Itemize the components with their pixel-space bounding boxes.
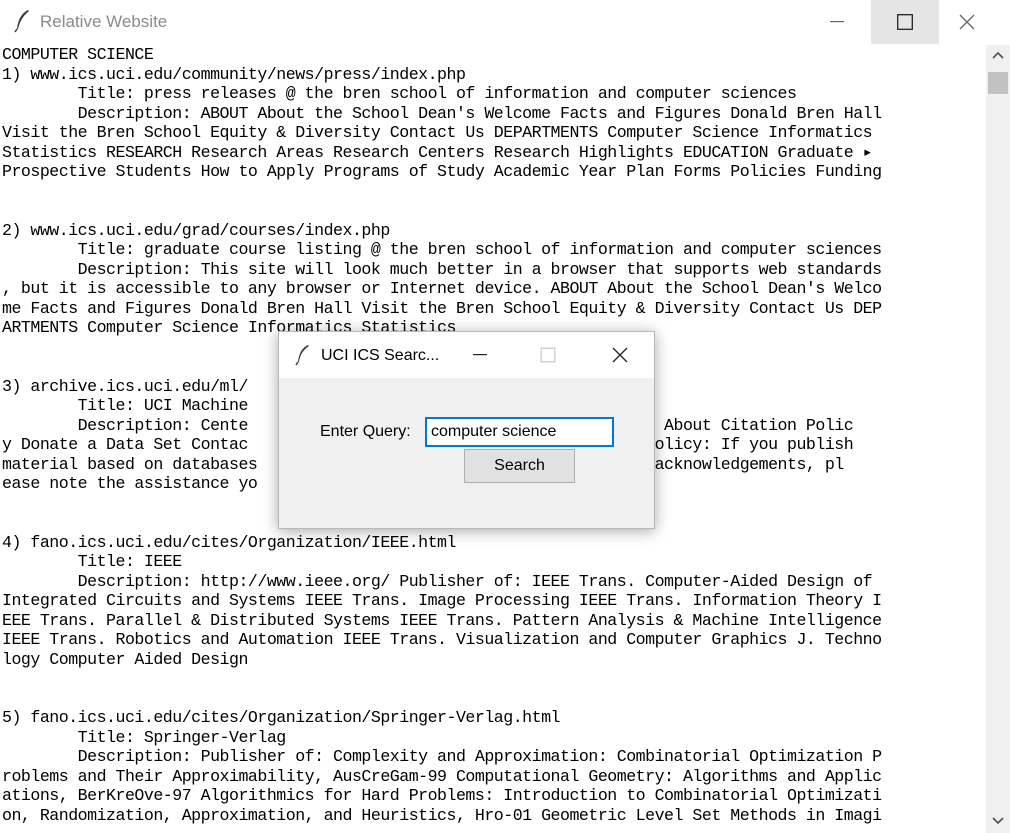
search-button[interactable]: Search bbox=[464, 449, 575, 483]
result-text-line: Prospective Students How to Apply Progra… bbox=[2, 162, 882, 181]
result-text-line: Description: http://www.ieee.org/ Publis… bbox=[2, 571, 873, 591]
result-text-line: Integrated Circuits and Systems IEEE Tra… bbox=[2, 591, 882, 610]
main-window-titlebar[interactable]: Relative Website bbox=[0, 0, 1010, 44]
window-title: Relative Website bbox=[40, 12, 168, 31]
chevron-up-icon bbox=[992, 51, 1004, 59]
result-text-line: 4) fano.ics.uci.edu/cites/Organization/I… bbox=[2, 532, 456, 552]
dialog-minimize-button[interactable] bbox=[457, 332, 503, 378]
result-text-line: COMPUTER SCIENCE bbox=[2, 45, 154, 64]
result-text-line: Title: press releases @ the bren school … bbox=[2, 84, 797, 103]
minimize-icon bbox=[830, 21, 844, 23]
minimize-button[interactable] bbox=[814, 0, 860, 44]
scroll-up-button[interactable] bbox=[986, 45, 1010, 67]
chevron-down-icon bbox=[992, 817, 1004, 825]
result-text-line: Visit the Bren School Equity & Diversity… bbox=[2, 123, 873, 142]
result-text-line: ations, BerKreOve-97 Algorithmics for Ha… bbox=[2, 786, 882, 805]
dialog-maximize-button[interactable] bbox=[525, 332, 571, 378]
vertical-scrollbar[interactable] bbox=[986, 45, 1010, 833]
result-text-line bbox=[0, 182, 985, 202]
dialog-close-button[interactable] bbox=[597, 332, 643, 378]
query-label: Enter Query: bbox=[320, 423, 411, 440]
result-text-line: logy Computer Aided Design bbox=[2, 649, 248, 669]
result-text-line: Title: graduate course listing @ the bre… bbox=[2, 240, 882, 259]
result-text-line: Description: ABOUT About the School Dean… bbox=[2, 103, 882, 123]
result-text-line: roblems and Their Approximability, AusCr… bbox=[2, 766, 882, 786]
result-text-line: IEEE Trans. Robotics and Automation IEEE… bbox=[2, 630, 882, 649]
result-text-line: Statistics RESEARCH Research Areas Resea… bbox=[2, 142, 873, 162]
result-text-line: Title: IEEE bbox=[2, 552, 183, 571]
dialog-titlebar[interactable]: UCI ICS Searc... bbox=[279, 332, 654, 378]
maximize-icon bbox=[540, 347, 556, 363]
scroll-down-button[interactable] bbox=[986, 811, 1010, 833]
dialog-title: UCI ICS Searc... bbox=[321, 347, 440, 364]
result-text-line: me Facts and Figures Donald Bren Hall Vi… bbox=[2, 298, 882, 318]
close-icon bbox=[612, 347, 628, 363]
minimize-icon bbox=[473, 354, 487, 356]
maximize-button[interactable] bbox=[871, 0, 939, 44]
result-text-line: Description: Publisher of: Complexity an… bbox=[2, 747, 882, 766]
result-text-line: , but it is accessible to any browser or… bbox=[2, 279, 882, 298]
feather-icon bbox=[295, 345, 309, 366]
result-text-line: Title: Springer-Verlag bbox=[2, 727, 287, 747]
result-text-line: Description: This site will look much be… bbox=[2, 259, 882, 279]
result-text-line bbox=[0, 689, 985, 709]
result-text-line bbox=[0, 669, 985, 689]
result-text-line: 1) www.ics.uci.edu/community/news/press/… bbox=[2, 64, 466, 84]
maximize-icon bbox=[897, 14, 913, 30]
query-input[interactable] bbox=[425, 417, 614, 447]
result-text-line: 5) fano.ics.uci.edu/cites/Organization/S… bbox=[2, 708, 561, 727]
result-text-line: EEE Trans. Parallel & Distributed System… bbox=[2, 610, 882, 630]
scrollbar-thumb[interactable] bbox=[988, 72, 1008, 94]
result-text-line: on, Randomization, Approximation, and He… bbox=[2, 805, 882, 825]
feather-icon bbox=[14, 10, 29, 33]
close-button[interactable] bbox=[944, 0, 990, 44]
search-dialog[interactable]: UCI ICS Searc... Enter Query: Search bbox=[278, 331, 655, 529]
result-text-line bbox=[0, 201, 985, 221]
close-icon bbox=[959, 14, 975, 30]
result-text-line: 2) www.ics.uci.edu/grad/courses/index.ph… bbox=[2, 220, 390, 240]
